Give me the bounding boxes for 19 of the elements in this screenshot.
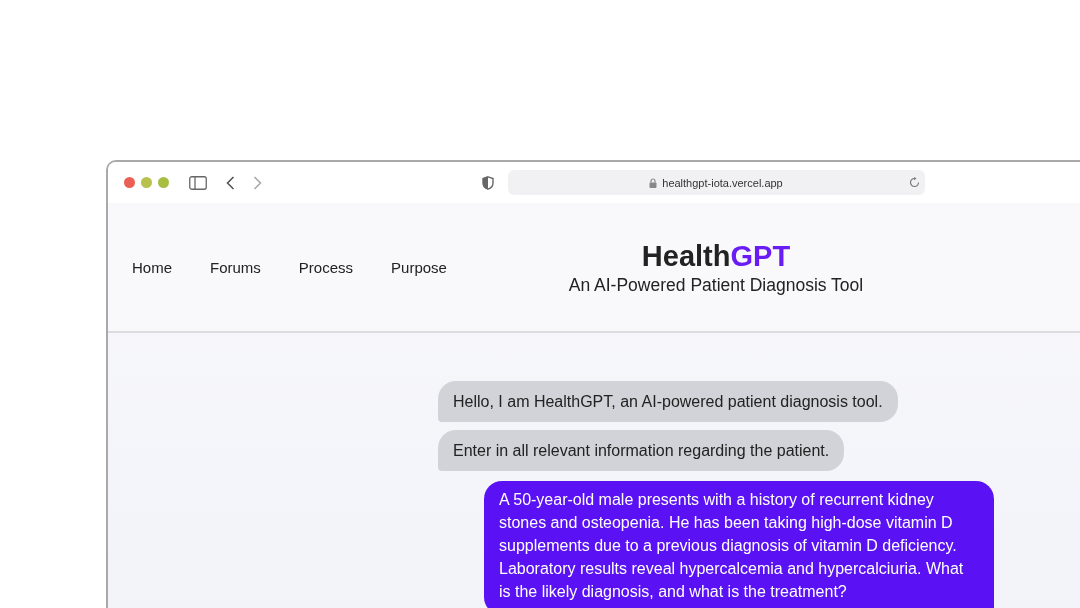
nav-link[interactable]: Home [132, 258, 172, 276]
minimize-icon[interactable] [141, 177, 152, 188]
user-message: A 50-year-old male presents with a history of recurrent kidney stones and osteopenia. He has been taking high-dose vitamin D supplements due to a previous diagnosis of vitamin D deficiency. Laboratory results reveal hypercalcemia and hypercalciuria. What is the likely diagnosis, and what is the treatment? [484, 481, 994, 608]
address-bar[interactable]: healthgpt-iota.vercel.app [507, 170, 925, 195]
nav-link[interactable]: Forums [210, 258, 261, 276]
site-title: HealthGPT [640, 238, 792, 273]
shield-icon[interactable] [481, 175, 494, 190]
zoom-icon[interactable] [158, 177, 169, 188]
back-icon[interactable] [226, 175, 235, 190]
bot-message: Enter in all relevant information regarding the patient. [438, 430, 845, 471]
bot-message: Hello, I am HealthGPT, an AI-powered patient diagnosis tool. [438, 381, 898, 422]
site-subtitle: An AI-Powered Patient Diagnosis Tool [568, 274, 864, 296]
nav-link[interactable]: Process [298, 258, 354, 276]
forward-icon[interactable] [253, 175, 262, 190]
lock-icon [649, 177, 658, 188]
reload-icon[interactable] [908, 177, 920, 188]
sidebar-icon[interactable] [189, 175, 207, 190]
nav-link[interactable]: Purpose [391, 258, 447, 276]
close-icon[interactable] [124, 177, 135, 188]
